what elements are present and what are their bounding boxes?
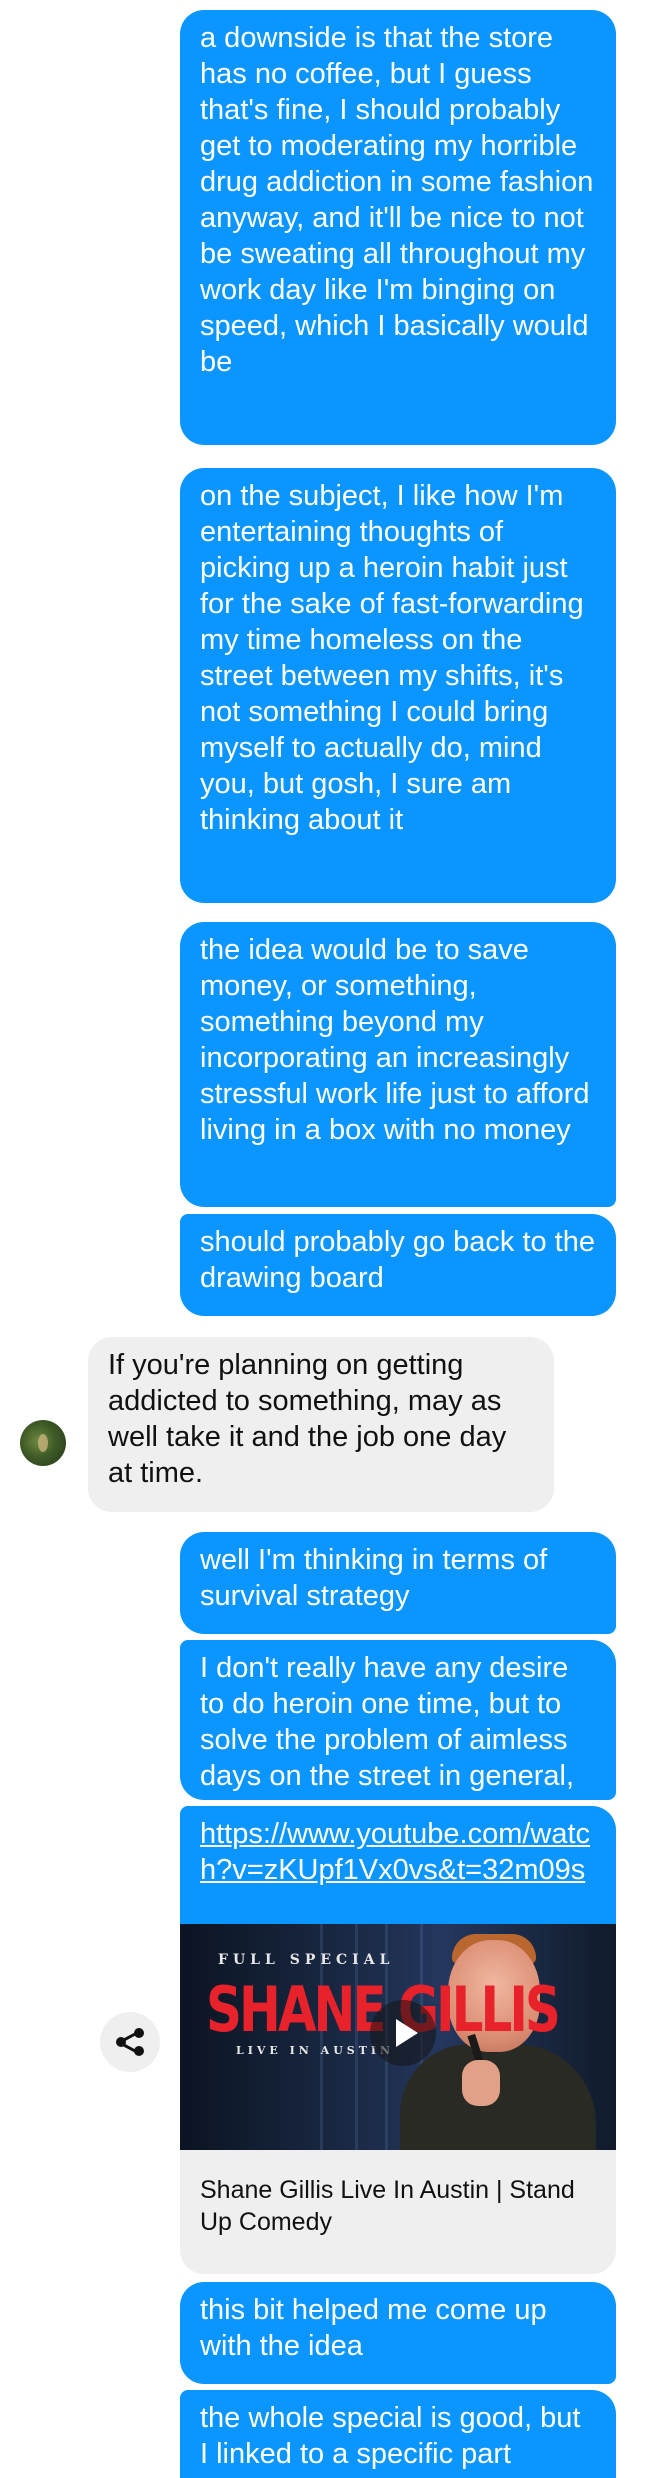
message-bubble-outgoing[interactable]: the whole special is good, but I linked … bbox=[180, 2390, 616, 2478]
message-bubble-outgoing[interactable]: the idea would be to save money, or some… bbox=[180, 922, 616, 1207]
message-bubble-outgoing[interactable]: well I'm thinking in terms of survival s… bbox=[180, 1532, 616, 1634]
message-bubble-outgoing[interactable]: this bit helped me come up with the idea bbox=[180, 2282, 616, 2384]
link-url-area: https://www.youtube.com/watch?v=zKUpf1Vx… bbox=[180, 1806, 616, 1924]
video-thumbnail[interactable]: FULL SPECIAL SHANE GILLIS LIVE IN AUSTIN bbox=[180, 1924, 616, 2150]
message-bubble-outgoing[interactable]: should probably go back to the drawing b… bbox=[180, 1214, 616, 1316]
thumbnail-subtitle: LIVE IN AUSTIN bbox=[236, 2044, 395, 2057]
message-bubble-outgoing[interactable]: on the subject, I like how I'm entertain… bbox=[180, 468, 616, 903]
play-icon[interactable] bbox=[370, 2000, 436, 2066]
message-bubble-outgoing[interactable]: a downside is that the store has no coff… bbox=[180, 10, 616, 445]
message-bubble-outgoing[interactable]: I don't really have any desire to do her… bbox=[180, 1640, 616, 1828]
link-preview-title[interactable]: Shane Gillis Live In Austin | Stand Up C… bbox=[180, 2150, 616, 2262]
thumbnail-person-hand bbox=[462, 2060, 500, 2106]
link-preview-card[interactable]: https://www.youtube.com/watch?v=zKUpf1Vx… bbox=[180, 1806, 616, 2274]
message-bubble-incoming[interactable]: If you're planning on getting addicted t… bbox=[88, 1337, 554, 1512]
share-icon[interactable] bbox=[100, 2012, 160, 2072]
thumbnail-kicker: FULL SPECIAL bbox=[218, 1952, 395, 1968]
link-url[interactable]: https://www.youtube.com/watch?v=zKUpf1Vx… bbox=[200, 1816, 596, 1888]
contact-avatar[interactable] bbox=[20, 1420, 66, 1466]
